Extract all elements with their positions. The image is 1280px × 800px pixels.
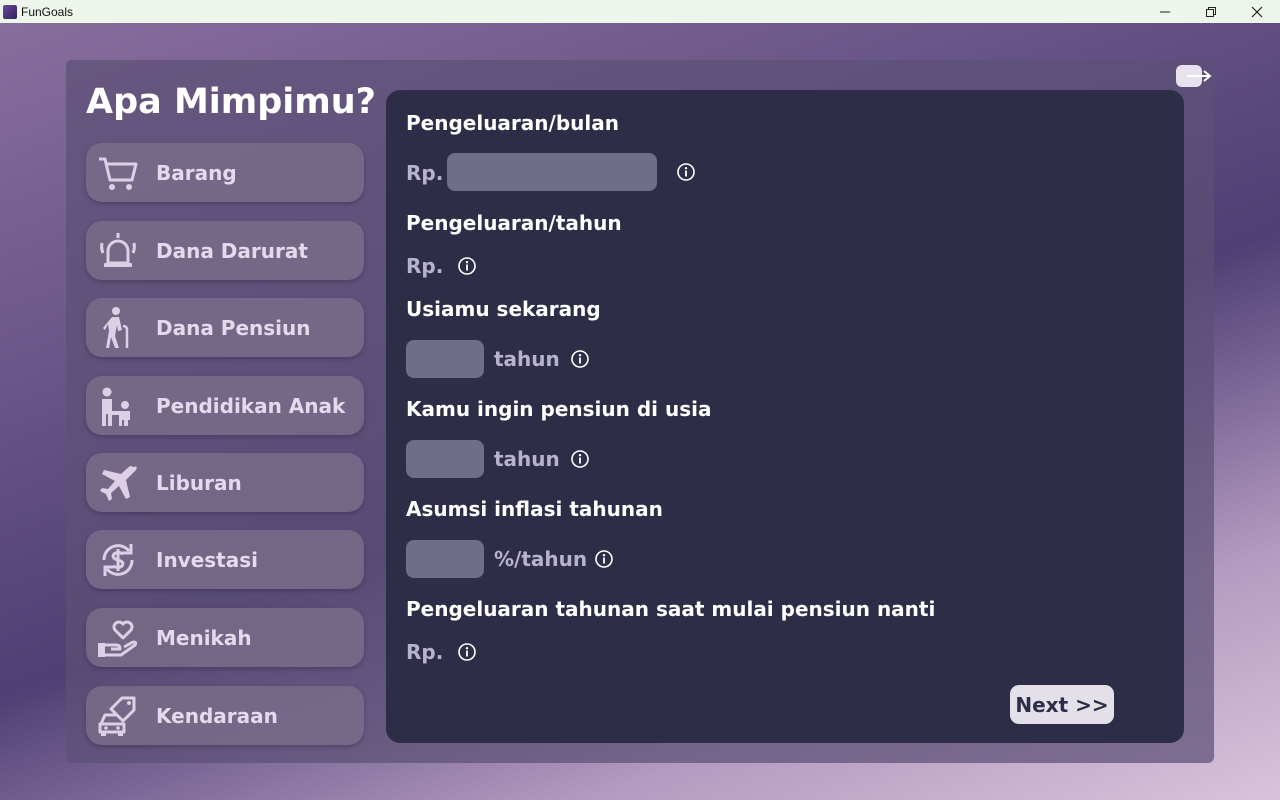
minimize-icon (1160, 11, 1170, 12)
window-title: FunGoals (21, 4, 74, 19)
retire-expense-prefix: Rp. (406, 640, 444, 664)
sidebar-item-investasi[interactable]: Investasi (86, 530, 364, 589)
current-age-label: Usiamu sekarang (406, 297, 601, 321)
sidebar-item-pendidikan-anak[interactable]: Pendidikan Anak (86, 376, 364, 435)
sidebar-item-barang[interactable]: Barang (86, 143, 364, 202)
close-icon (1251, 6, 1263, 17)
yearly-expense-label: Pengeluaran/tahun (406, 211, 622, 235)
info-icon[interactable] (676, 162, 696, 182)
airplane-icon (100, 466, 137, 501)
sidebar-item-label: Dana Pensiun (156, 315, 311, 340)
sidebar-item-liburan[interactable]: Liburan (86, 453, 364, 512)
retire-age-unit: tahun (494, 447, 560, 471)
hand-heart-icon (98, 620, 138, 657)
title-bar: FunGoals (0, 0, 1280, 23)
retire-expense-label: Pengeluaran tahunan saat mulai pensiun n… (406, 597, 936, 621)
inflation-input[interactable] (406, 540, 484, 578)
app-logo-icon (3, 4, 17, 19)
info-icon[interactable] (594, 549, 614, 569)
next-button[interactable]: Next >> (1010, 685, 1114, 724)
retire-age-input[interactable] (406, 440, 484, 478)
monthly-expense-label: Pengeluaran/bulan (406, 111, 619, 135)
info-icon[interactable] (570, 349, 590, 369)
parent-child-icon (102, 387, 130, 426)
close-window-button[interactable] (1234, 0, 1280, 23)
sidebar-item-label: Investasi (156, 547, 259, 572)
sidebar-item-dana-pensiun[interactable]: Dana Pensiun (86, 298, 364, 357)
cart-icon (99, 157, 138, 190)
info-icon[interactable] (570, 449, 590, 469)
yearly-expense-prefix: Rp. (406, 254, 444, 278)
sidebar-item-dana-darurat[interactable]: Dana Darurat (86, 221, 364, 280)
sidebar-item-label: Kendaraan (156, 703, 278, 728)
sidebar-item-kendaraan[interactable]: Kendaraan (86, 686, 364, 745)
monthly-expense-prefix: Rp. (406, 161, 444, 185)
restore-icon (1206, 6, 1216, 17)
info-icon[interactable] (457, 256, 477, 276)
info-icon[interactable] (457, 642, 477, 662)
alarm-bell-icon (100, 233, 136, 267)
sidebar-item-label: Dana Darurat (156, 238, 308, 263)
inflation-label: Asumsi inflasi tahunan (406, 497, 663, 521)
sidebar-item-label: Pendidikan Anak (156, 393, 346, 418)
sidebar-item-label: Liburan (156, 470, 242, 495)
elderly-person-icon (103, 307, 129, 348)
restore-button[interactable] (1188, 0, 1234, 23)
monthly-expense-input[interactable] (447, 153, 657, 191)
window-controls (1142, 0, 1280, 23)
minimize-button[interactable] (1142, 0, 1188, 23)
logout-button[interactable] (1175, 64, 1213, 88)
current-age-input[interactable] (406, 340, 484, 378)
page-title: Apa Mimpimu? (86, 82, 376, 122)
sidebar-item-label: Menikah (156, 625, 252, 650)
dollar-exchange-icon (102, 544, 134, 576)
retire-age-label: Kamu ingin pensiun di usia (406, 397, 712, 421)
inflation-unit: %/tahun (494, 547, 588, 571)
sidebar-item-menikah[interactable]: Menikah (86, 608, 364, 667)
current-age-unit: tahun (494, 347, 560, 371)
car-tag-icon (98, 696, 136, 736)
sidebar-item-label: Barang (156, 160, 237, 185)
